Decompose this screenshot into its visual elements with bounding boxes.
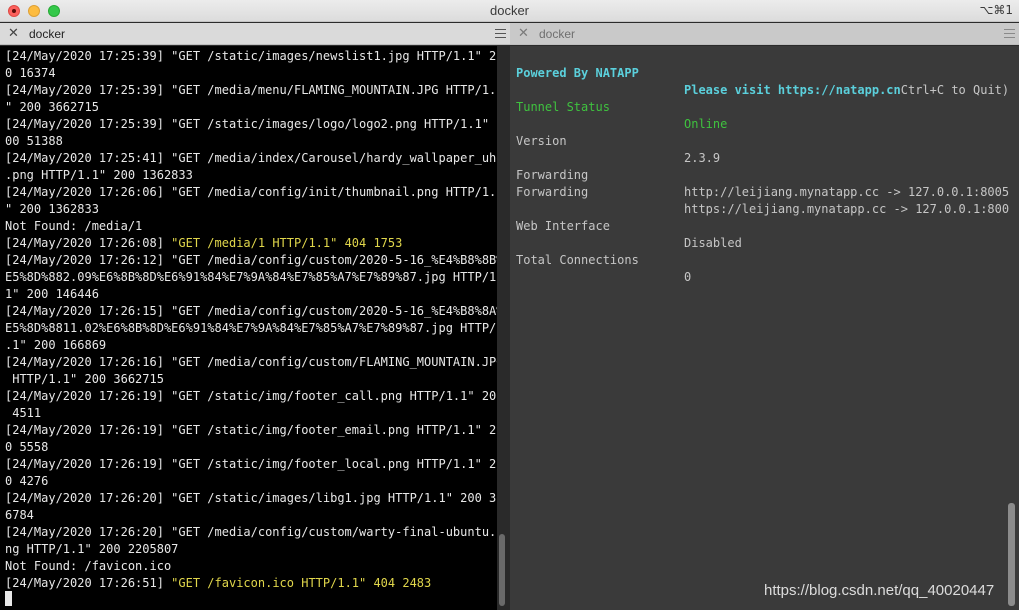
forwarding-https-value: https://leijiang.mynatapp.cc -> 127.0.0.… [684,202,1010,216]
hamburger-menu-icon[interactable] [495,29,506,38]
log-line: E5%8D%8811.02%E6%8B%8D%E6%91%84%E7%9A%84… [5,321,497,335]
window-shortcut: ⌥⌘1 [979,3,1013,17]
log-line: [24/May/2020 17:26:20] "GET /media/confi… [5,525,497,539]
log-line: [24/May/2020 17:26:20] "GET /static/imag… [5,491,497,505]
total-connections-value: 0 [684,270,692,284]
log-line: [24/May/2020 17:25:39] "GET /media/menu/… [5,83,497,97]
log-line: 6784 [5,508,34,522]
natapp-header-link: Please visit https://natapp.cn [684,83,901,97]
tab-right[interactable]: ✕ docker [510,23,1019,45]
server-log: [24/May/2020 17:25:39] "GET /static/imag… [5,48,497,592]
tab-left[interactable]: ✕ docker [0,23,510,45]
log-line: [24/May/2020 17:25:39] "GET /static/imag… [5,117,497,131]
log-line: ng HTTP/1.1" 200 2205807 [5,542,179,556]
tunnel-status-key: Tunnel Status [516,100,610,114]
log-line: [24/May/2020 17:26:19] "GET /static/img/… [5,457,497,471]
pane-divider[interactable] [497,46,510,610]
log-line: 1" 200 146446 [5,287,99,301]
version-value: 2.3.9 [684,151,721,165]
hamburger-menu-icon[interactable] [1004,29,1015,38]
close-icon[interactable]: ✕ [8,26,19,41]
log-line: 0 5558 [5,440,49,454]
log-line: [24/May/2020 17:25:39] "GET /static/imag… [5,49,497,63]
log-line: " 200 1362833 [5,202,99,216]
log-line: [24/May/2020 17:26:12] "GET /media/confi… [5,253,497,267]
log-line: [24/May/2020 17:26:08] "GET /media/1 HTT… [5,235,497,252]
log-line: HTTP/1.1" 200 3662715 [5,372,164,386]
log-line: E5%8D%882.09%E6%8B%8D%E6%91%84%E7%9A%84%… [5,270,497,284]
tab-right-label: docker [539,27,576,41]
natapp-header-key: Powered By NATAPP [516,66,639,80]
tab-left-label: docker [29,27,66,41]
scrollbar-left[interactable] [499,534,505,606]
log-line-timestamp: [24/May/2020 17:26:08] [5,236,172,250]
log-line: [24/May/2020 17:26:51] "GET /favicon.ico… [5,575,497,592]
log-line: Not Found: /media/1 [5,219,143,233]
total-connections-key: Total Connections [516,253,639,267]
web-interface-value: Disabled [684,236,742,250]
log-line: [24/May/2020 17:25:41] "GET /media/index… [5,151,497,165]
close-icon[interactable]: ✕ [518,26,529,41]
total-connections-row: Total Connections 0 [516,235,691,303]
log-line: 0 16374 [5,66,56,80]
window-title: docker [489,3,530,18]
log-line: [24/May/2020 17:26:15] "GET /media/confi… [5,304,497,318]
log-line: 0 4276 [5,474,49,488]
log-line-timestamp: [24/May/2020 17:26:51] [5,576,172,590]
log-line: 4511 [5,406,42,420]
terminal-pane-left[interactable]: [24/May/2020 17:25:39] "GET /static/imag… [0,46,497,610]
watermark: https://blog.csdn.net/qq_40020447 [764,582,995,599]
log-line: [24/May/2020 17:26:16] "GET /media/confi… [5,355,497,369]
web-interface-key: Web Interface [516,219,610,233]
log-line: [24/May/2020 17:26:19] "GET /static/img/… [5,423,497,437]
log-line-warning: "GET /media/1 HTTP/1.1" 404 1753 [171,236,403,250]
log-line: Not Found: /favicon.ico [5,559,172,573]
version-key: Version [516,134,567,148]
natapp-header-suffix: Ctrl+C to Quit) [900,83,1010,97]
terminal-pane-right[interactable]: Powered By NATAPP Please visit https://n… [510,46,1019,610]
log-line: [24/May/2020 17:26:19] "GET /static/img/… [5,389,497,403]
log-line: .1" 200 166869 [5,338,107,352]
forwarding-key: Forwarding [516,185,589,199]
log-line: .png HTTP/1.1" 200 1362833 [5,168,193,182]
terminal-cursor [5,591,12,606]
window-titlebar: docker ⌥⌘1 [0,0,1019,22]
scrollbar-right[interactable] [1008,503,1015,606]
log-line: " 200 3662715 [5,100,99,114]
log-line: [24/May/2020 17:26:06] "GET /media/confi… [5,185,497,199]
log-line: 00 51388 [5,134,63,148]
log-line-warning: "GET /favicon.ico HTTP/1.1" 404 2483 [171,576,432,590]
tunnel-status-value: Online [684,117,728,131]
forwarding-http-value: http://leijiang.mynatapp.cc -> 127.0.0.1… [684,185,1010,199]
